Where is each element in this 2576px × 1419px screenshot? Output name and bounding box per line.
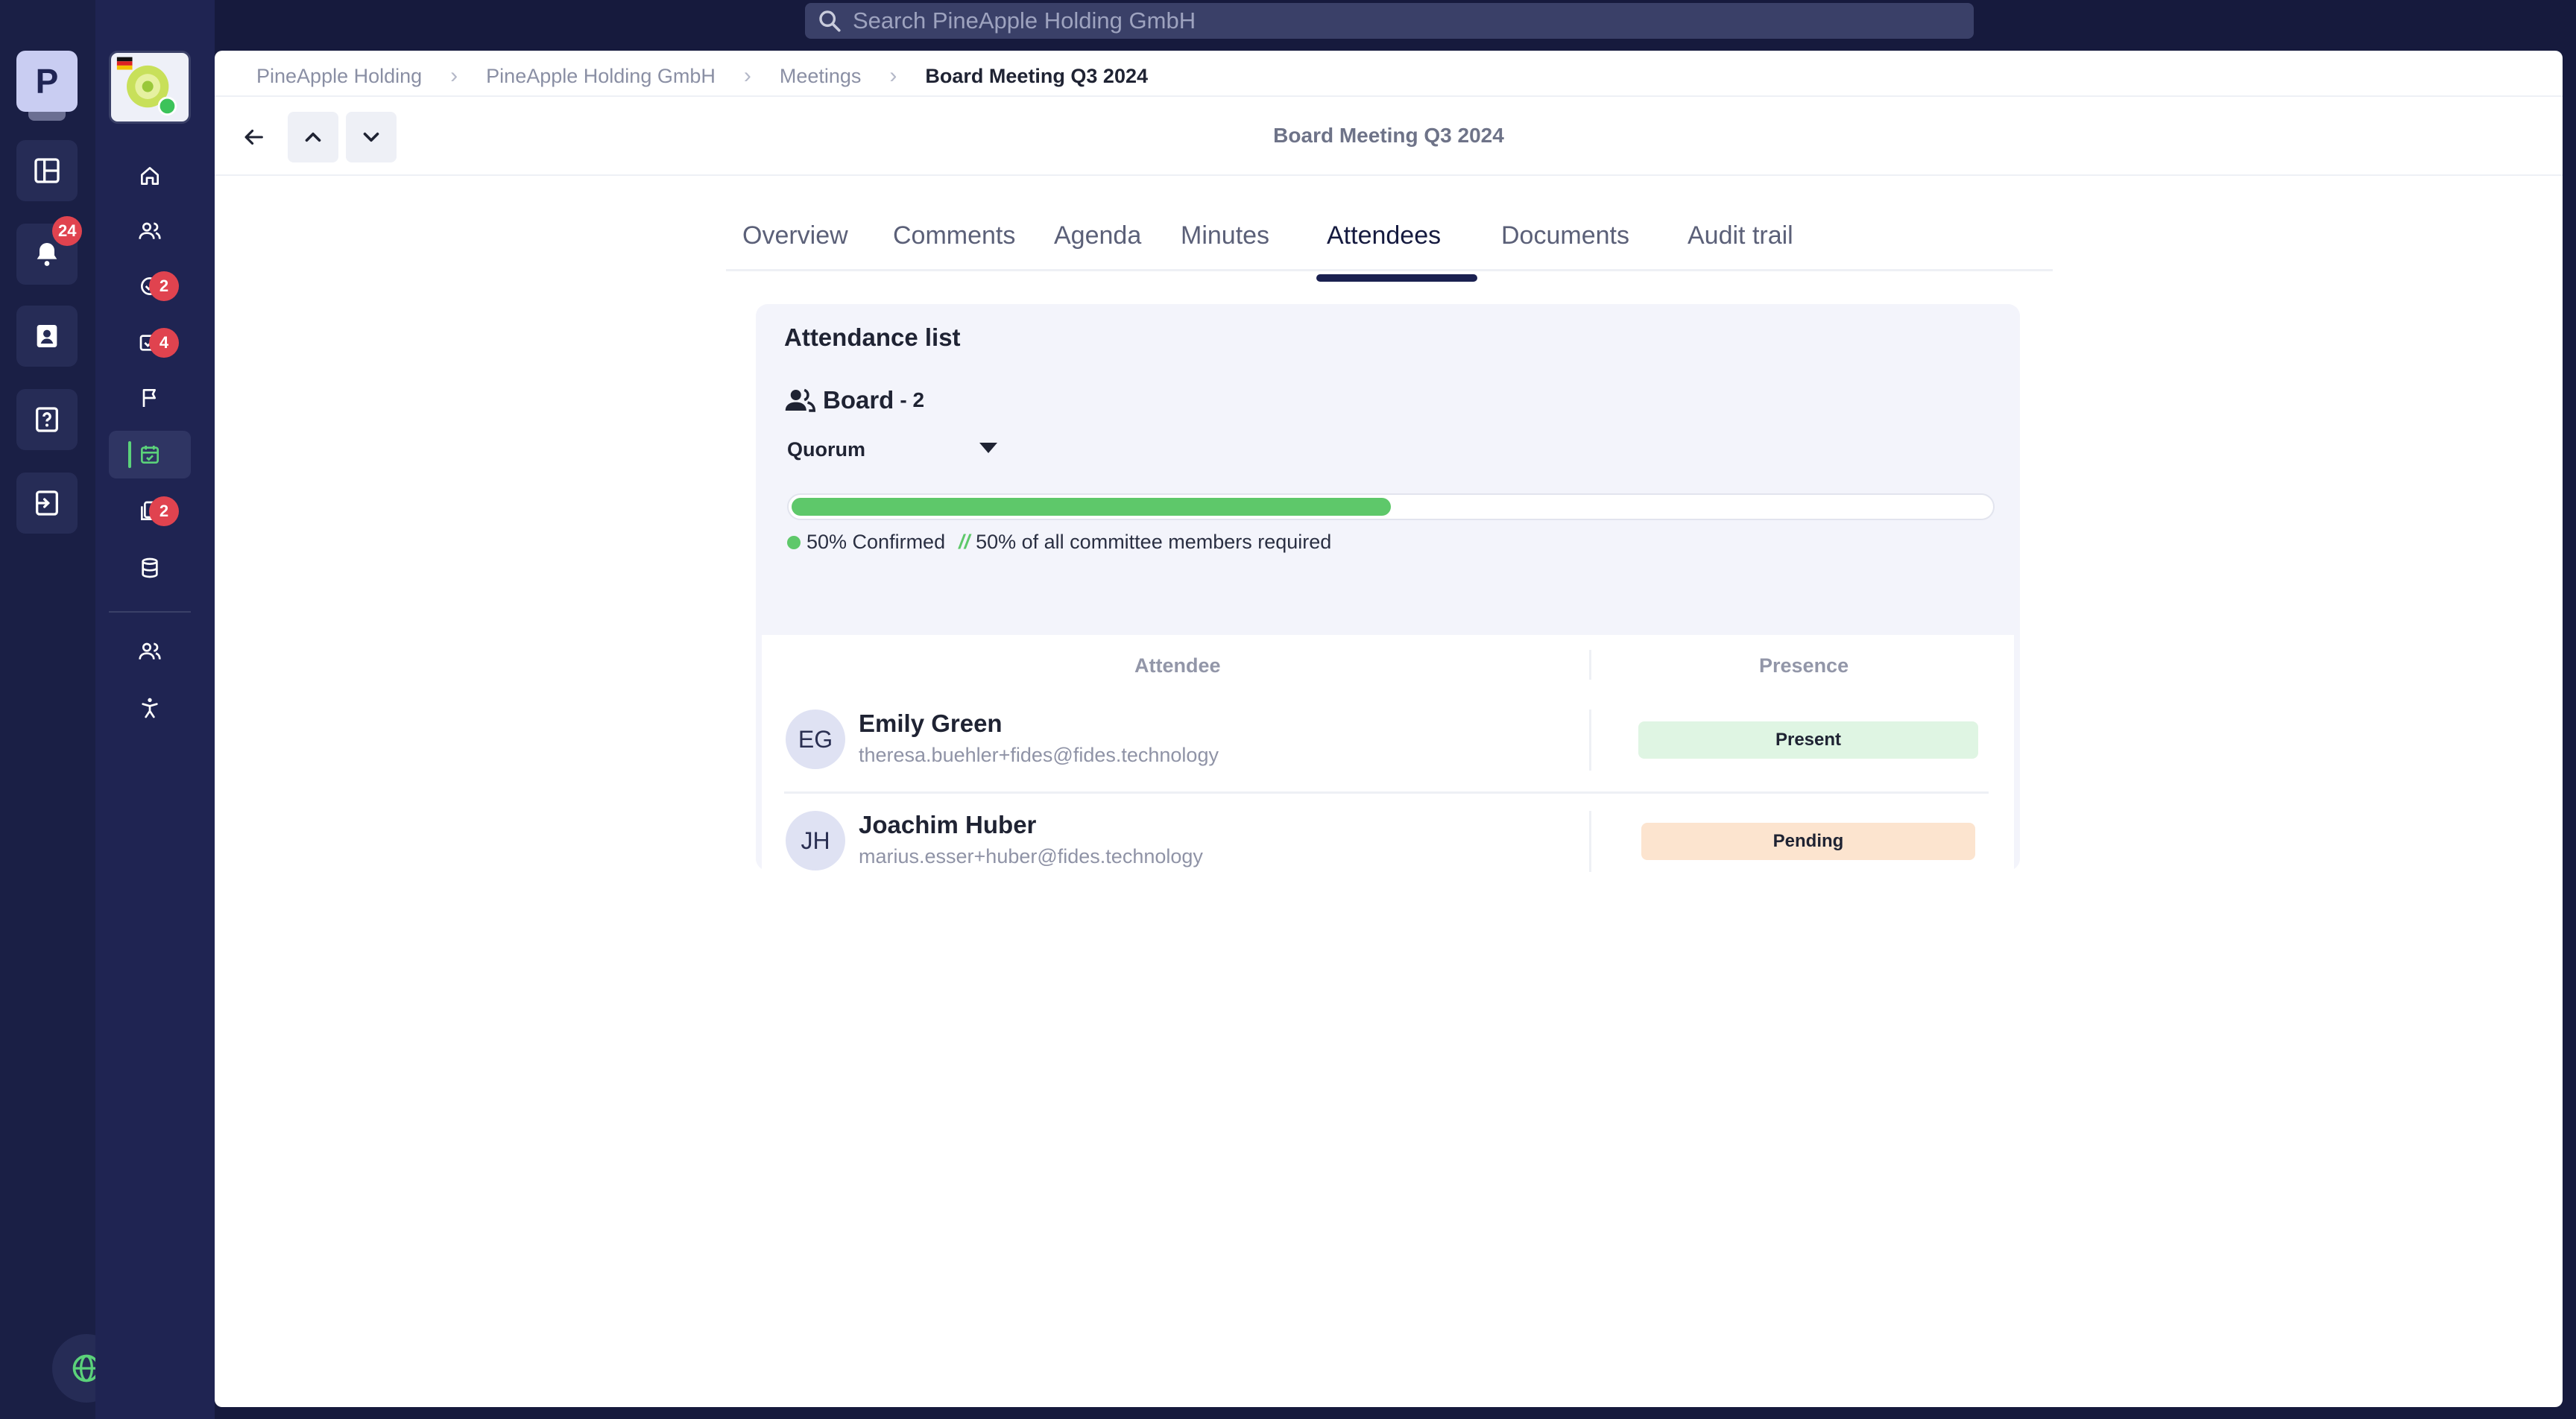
chevron-right-icon: › [743, 63, 751, 88]
nav-home[interactable] [109, 152, 191, 200]
caret-down-icon[interactable] [979, 443, 997, 453]
people-icon [139, 222, 161, 239]
status-badge[interactable]: Present [1638, 721, 1978, 759]
help-button[interactable] [16, 389, 78, 450]
documents-badge: 2 [149, 496, 179, 526]
group-icon [785, 388, 815, 412]
chevron-right-icon: › [889, 63, 897, 88]
breadcrumb-item[interactable]: PineApple Holding [256, 65, 422, 88]
app-rail [0, 0, 95, 1419]
tab-audit-trail[interactable]: Audit trail [1688, 219, 1793, 268]
workspace-avatar[interactable]: P [16, 51, 78, 112]
calendar-icon [141, 446, 159, 464]
tab-attendees[interactable]: Attendees [1327, 219, 1441, 268]
main-panel: PineApple Holding › PineApple Holding Gm… [215, 51, 2563, 1407]
confirmed-label: 50% Confirmed [806, 531, 946, 553]
votes-badge: 4 [149, 328, 179, 358]
breadcrumb-item[interactable]: PineApple Holding GmbH [486, 65, 716, 88]
attendee-name: Joachim Huber [859, 811, 1037, 838]
logout-icon [36, 490, 58, 516]
logout-button[interactable] [16, 473, 78, 534]
organization-logo[interactable] [109, 51, 191, 124]
contacts-button[interactable] [16, 306, 78, 367]
attendee-table: Attendee Presence EG Emily Green theresa… [762, 635, 2014, 918]
nav-data-room[interactable] [109, 544, 191, 592]
divider [215, 95, 2563, 97]
tab-documents[interactable]: Documents [1501, 219, 1629, 268]
page-title: Board Meeting Q3 2024 [1273, 124, 1504, 147]
tab-agenda[interactable]: Agenda [1054, 219, 1141, 268]
breadcrumb-current: Board Meeting Q3 2024 [925, 64, 1149, 87]
home-icon [141, 167, 159, 185]
avatar: JH [786, 811, 845, 870]
tasks-badge: 2 [149, 271, 179, 301]
help-icon [36, 407, 58, 432]
search-input[interactable] [853, 7, 1896, 34]
bell-icon [37, 243, 57, 266]
group-count: - 2 [900, 388, 925, 411]
quorum-progress-bar [787, 493, 1995, 520]
group-name: Board [823, 386, 894, 414]
quorum-progress-fill [792, 498, 1391, 516]
org-logo-icon [116, 57, 177, 116]
database-icon [142, 557, 158, 578]
attendance-title: Attendance list [784, 323, 961, 351]
accessibility-icon [142, 698, 158, 718]
attendance-card: Attendance list Board - 2 Quorum 50% Con… [756, 304, 2020, 918]
attendee-email: marius.esser+huber@fides.technology [859, 845, 1203, 867]
column-header-attendee: Attendee [1134, 654, 1221, 677]
nav-meetings[interactable] [109, 431, 191, 478]
committee-group: Board - 2 [784, 385, 924, 416]
nav-accessibility[interactable] [109, 684, 191, 732]
column-header-presence: Presence [1759, 654, 1849, 677]
attendee-email: theresa.buehler+fides@fides.technology [859, 744, 1219, 766]
nav-divider [109, 611, 191, 613]
workspace-avatar-tab [28, 112, 66, 121]
tab-bar: Overview Comments Agenda Minutes Attende… [726, 219, 2053, 271]
users-icon [139, 642, 161, 660]
chevron-right-icon: › [450, 63, 458, 88]
required-label: 50% of all committee members required [976, 531, 1332, 553]
required-marker-icon: // [959, 531, 970, 553]
status-badge[interactable]: Pending [1641, 823, 1975, 860]
global-search[interactable] [805, 3, 1974, 39]
nav-resolutions[interactable] [109, 374, 191, 422]
layout-icon [34, 158, 60, 183]
dashboard-button[interactable] [16, 140, 78, 201]
confirmed-dot-icon [787, 535, 801, 549]
breadcrumb: PineApple Holding › PineApple Holding Gm… [256, 60, 1148, 92]
row-divider [784, 791, 1989, 794]
contact-card-icon [37, 325, 57, 347]
quorum-select[interactable]: Quorum [787, 438, 865, 461]
nav-users[interactable] [109, 628, 191, 675]
tab-comments[interactable]: Comments [893, 219, 1015, 268]
column-divider [1589, 811, 1591, 872]
tab-minutes[interactable]: Minutes [1181, 219, 1269, 268]
divider [215, 174, 2563, 176]
tab-overview[interactable]: Overview [742, 219, 848, 268]
column-divider [1589, 650, 1591, 680]
quorum-legend: 50% Confirmed // 50% of all committee me… [787, 531, 1331, 554]
breadcrumb-item[interactable]: Meetings [780, 65, 862, 88]
column-divider [1589, 710, 1591, 771]
active-tab-indicator [1316, 274, 1477, 282]
nav-people[interactable] [109, 207, 191, 255]
flag-icon [142, 389, 156, 407]
avatar: EG [786, 710, 845, 769]
attendee-name: Emily Green [859, 710, 1003, 737]
search-icon [819, 10, 841, 32]
